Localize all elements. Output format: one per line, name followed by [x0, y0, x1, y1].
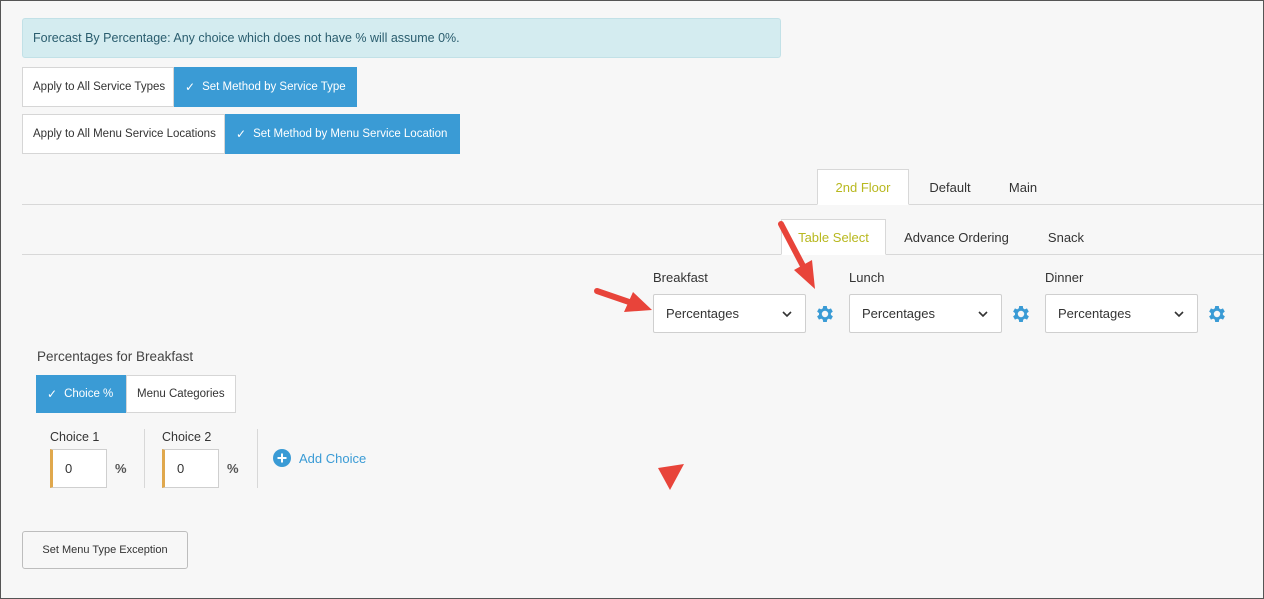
set-method-by-service-type-button[interactable]: ✓ Set Method by Service Type [174, 67, 357, 107]
select-value: Percentages [862, 306, 935, 321]
tab-advance-ordering[interactable]: Advance Ordering [886, 219, 1027, 255]
meal-breakfast: Breakfast Percentages [653, 270, 836, 333]
meal-dinner: Dinner Percentages [1045, 270, 1228, 333]
percent-sign: % [115, 461, 127, 476]
tab-default[interactable]: Default [909, 169, 991, 205]
chevron-down-icon [978, 310, 988, 317]
meal-label: Breakfast [653, 270, 708, 285]
tab-table-select[interactable]: Table Select [781, 219, 886, 255]
choice-label: Choice 2 [162, 430, 212, 444]
tab-main[interactable]: Main [991, 169, 1055, 205]
choice-2-percent-input[interactable] [162, 449, 219, 488]
breakfast-method-select[interactable]: Percentages [653, 294, 806, 333]
tab-2nd-floor[interactable]: 2nd Floor [817, 169, 909, 205]
set-menu-type-exception-button[interactable]: Set Menu Type Exception [22, 531, 188, 569]
lunch-method-select[interactable]: Percentages [849, 294, 1002, 333]
percentage-mode-toggle: ✓ Choice % Menu Categories [36, 375, 236, 413]
gear-icon[interactable] [1206, 303, 1228, 325]
chevron-down-icon [782, 310, 792, 317]
info-banner: Forecast By Percentage: Any choice which… [22, 18, 781, 58]
percentages-section-title: Percentages for Breakfast [37, 349, 194, 364]
location-tabs: 2nd Floor Default Main [817, 169, 1055, 205]
choice-divider [257, 429, 258, 488]
choice-percent-label: Choice % [64, 388, 114, 400]
choice-percent-button[interactable]: ✓ Choice % [36, 375, 126, 413]
gear-icon[interactable] [814, 303, 836, 325]
add-choice-button[interactable]: Add Choice [273, 449, 366, 467]
choice-1-percent-input[interactable] [50, 449, 107, 488]
check-icon: ✓ [47, 387, 58, 401]
set-method-by-service-type-label: Set Method by Service Type [202, 81, 346, 93]
check-icon: ✓ [236, 127, 247, 141]
service-tabs: Table Select Advance Ordering Snack [781, 219, 1105, 255]
add-choice-label: Add Choice [299, 450, 367, 466]
dinner-method-select[interactable]: Percentages [1045, 294, 1198, 333]
meal-label: Lunch [849, 270, 885, 285]
check-icon: ✓ [185, 80, 196, 94]
menu-location-toggle: Apply to All Menu Service Locations ✓ Se… [22, 114, 460, 154]
set-method-by-location-label: Set Method by Menu Service Location [253, 128, 448, 140]
choice-1: Choice 1 % [50, 430, 127, 488]
gear-icon[interactable] [1010, 303, 1032, 325]
percent-sign: % [227, 461, 239, 476]
plus-circle-icon [273, 449, 291, 467]
chevron-down-icon [1174, 310, 1184, 317]
select-value: Percentages [666, 306, 739, 321]
menu-categories-button[interactable]: Menu Categories [126, 375, 236, 413]
choice-2: Choice 2 % [162, 430, 239, 488]
annotation-arrow-1 [594, 288, 652, 312]
service-type-toggle: Apply to All Service Types ✓ Set Method … [22, 67, 357, 107]
annotation-arrowhead [658, 464, 684, 490]
tab-snack[interactable]: Snack [1027, 219, 1105, 255]
apply-to-all-locations-button[interactable]: Apply to All Menu Service Locations [22, 114, 225, 154]
choice-label: Choice 1 [50, 430, 100, 444]
apply-to-all-service-types-button[interactable]: Apply to All Service Types [22, 67, 174, 107]
location-tabs-divider [22, 204, 1264, 205]
meal-lunch: Lunch Percentages [849, 270, 1032, 333]
select-value: Percentages [1058, 306, 1131, 321]
set-method-by-location-button[interactable]: ✓ Set Method by Menu Service Location [225, 114, 460, 154]
meal-label: Dinner [1045, 270, 1084, 285]
choice-divider [144, 429, 145, 488]
